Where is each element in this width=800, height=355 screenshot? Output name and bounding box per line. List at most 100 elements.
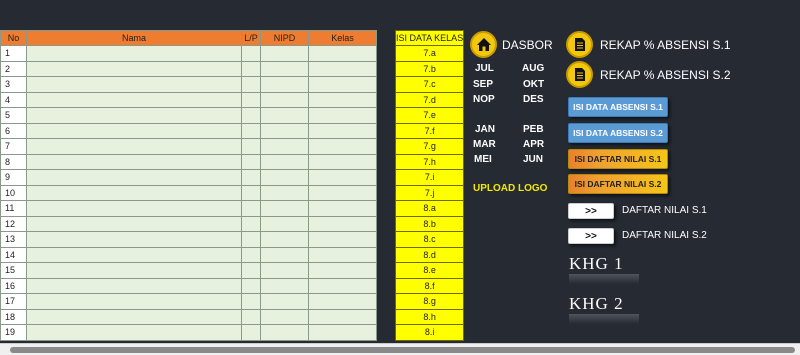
month-nop[interactable]: NOP: [473, 94, 495, 105]
class-cell[interactable]: 7.e: [394, 107, 465, 124]
nama-cell[interactable]: [26, 293, 242, 310]
nama-cell[interactable]: [26, 324, 242, 341]
header-lp[interactable]: L/P: [241, 30, 261, 46]
kelas-cell[interactable]: [308, 76, 377, 93]
month-sep[interactable]: SEP: [473, 79, 493, 90]
kelas-cell[interactable]: [308, 200, 377, 217]
rekap-s2-button[interactable]: REKAP % ABSENSI S.2: [566, 61, 731, 88]
lp-cell[interactable]: [241, 169, 261, 186]
nama-cell[interactable]: [26, 107, 242, 124]
row-number-cell[interactable]: 4: [0, 91, 27, 108]
nama-cell[interactable]: [26, 277, 242, 294]
nama-cell[interactable]: [26, 138, 242, 155]
nama-cell[interactable]: [26, 60, 242, 77]
nama-cell[interactable]: [26, 169, 242, 186]
class-cell[interactable]: 8.d: [394, 246, 465, 263]
lp-cell[interactable]: [241, 308, 261, 325]
khg1-button[interactable]: KHG 1: [569, 254, 624, 274]
nama-cell[interactable]: [26, 45, 242, 62]
khg2-button[interactable]: KHG 2: [569, 294, 624, 314]
lp-cell[interactable]: [241, 153, 261, 170]
nipd-cell[interactable]: [260, 246, 309, 263]
nama-cell[interactable]: [26, 184, 242, 201]
month-peb[interactable]: PEB: [523, 124, 544, 135]
kelas-cell[interactable]: [308, 91, 377, 108]
class-cell[interactable]: 7.j: [394, 184, 465, 201]
month-mei[interactable]: MEI: [474, 154, 492, 165]
nipd-cell[interactable]: [260, 184, 309, 201]
row-number-cell[interactable]: 15: [0, 262, 27, 279]
class-cell[interactable]: 8.e: [394, 262, 465, 279]
kelas-cell[interactable]: [308, 138, 377, 155]
month-jan[interactable]: JAN: [475, 124, 495, 135]
nama-cell[interactable]: [26, 76, 242, 93]
row-number-cell[interactable]: 5: [0, 107, 27, 124]
class-cell[interactable]: 7.i: [394, 169, 465, 186]
nama-cell[interactable]: [26, 231, 242, 248]
nipd-cell[interactable]: [260, 122, 309, 139]
row-number-cell[interactable]: 16: [0, 277, 27, 294]
row-number-cell[interactable]: 19: [0, 324, 27, 341]
class-cell[interactable]: 8.b: [394, 215, 465, 232]
class-cell[interactable]: 8.h: [394, 308, 465, 325]
nipd-cell[interactable]: [260, 277, 309, 294]
isi-nilai-s1-button[interactable]: ISI DAFTAR NILAI S.1: [568, 149, 668, 169]
nama-cell[interactable]: [26, 91, 242, 108]
header-no[interactable]: No: [0, 30, 27, 46]
header-kelas[interactable]: Kelas: [308, 30, 377, 46]
lp-cell[interactable]: [241, 91, 261, 108]
nama-cell[interactable]: [26, 153, 242, 170]
class-cell[interactable]: 8.a: [394, 200, 465, 217]
row-number-cell[interactable]: 12: [0, 215, 27, 232]
class-cell[interactable]: 8.g: [394, 293, 465, 310]
class-cell[interactable]: 8.c: [394, 231, 465, 248]
kelas-cell[interactable]: [308, 60, 377, 77]
lp-cell[interactable]: [241, 200, 261, 217]
nipd-cell[interactable]: [260, 308, 309, 325]
kelas-cell[interactable]: [308, 262, 377, 279]
month-okt[interactable]: OKT: [523, 79, 544, 90]
row-number-cell[interactable]: 2: [0, 60, 27, 77]
kelas-cell[interactable]: [308, 184, 377, 201]
lp-cell[interactable]: [241, 76, 261, 93]
nipd-cell[interactable]: [260, 293, 309, 310]
dasbor-button[interactable]: DASBOR: [470, 31, 553, 58]
class-cell[interactable]: 7.f: [394, 122, 465, 139]
lp-cell[interactable]: [241, 231, 261, 248]
lp-cell[interactable]: [241, 138, 261, 155]
lp-cell[interactable]: [241, 215, 261, 232]
kelas-cell[interactable]: [308, 277, 377, 294]
nipd-cell[interactable]: [260, 91, 309, 108]
row-number-cell[interactable]: 10: [0, 184, 27, 201]
nipd-cell[interactable]: [260, 138, 309, 155]
lp-cell[interactable]: [241, 262, 261, 279]
class-cell[interactable]: 7.b: [394, 60, 465, 77]
nama-cell[interactable]: [26, 262, 242, 279]
nama-cell[interactable]: [26, 122, 242, 139]
horizontal-scrollbar[interactable]: [0, 343, 800, 355]
lp-cell[interactable]: [241, 107, 261, 124]
class-cell[interactable]: 7.h: [394, 153, 465, 170]
row-number-cell[interactable]: 17: [0, 293, 27, 310]
header-nama[interactable]: Nama: [26, 30, 242, 46]
class-cell[interactable]: 7.g: [394, 138, 465, 155]
row-number-cell[interactable]: 18: [0, 308, 27, 325]
row-number-cell[interactable]: 14: [0, 246, 27, 263]
nipd-cell[interactable]: [260, 76, 309, 93]
nipd-cell[interactable]: [260, 231, 309, 248]
nipd-cell[interactable]: [260, 215, 309, 232]
kelas-cell[interactable]: [308, 153, 377, 170]
upload-logo-link[interactable]: UPLOAD LOGO: [473, 183, 547, 194]
nama-cell[interactable]: [26, 200, 242, 217]
month-apr[interactable]: APR: [523, 139, 544, 150]
nipd-cell[interactable]: [260, 60, 309, 77]
kelas-cell[interactable]: [308, 107, 377, 124]
nipd-cell[interactable]: [260, 107, 309, 124]
row-number-cell[interactable]: 13: [0, 231, 27, 248]
row-number-cell[interactable]: 7: [0, 138, 27, 155]
class-column-header[interactable]: ISI DATA KELAS: [394, 30, 465, 46]
kelas-cell[interactable]: [308, 122, 377, 139]
isi-absensi-s2-button[interactable]: ISI DATA ABSENSI S.2: [568, 123, 668, 143]
lp-cell[interactable]: [241, 277, 261, 294]
kelas-cell[interactable]: [308, 308, 377, 325]
